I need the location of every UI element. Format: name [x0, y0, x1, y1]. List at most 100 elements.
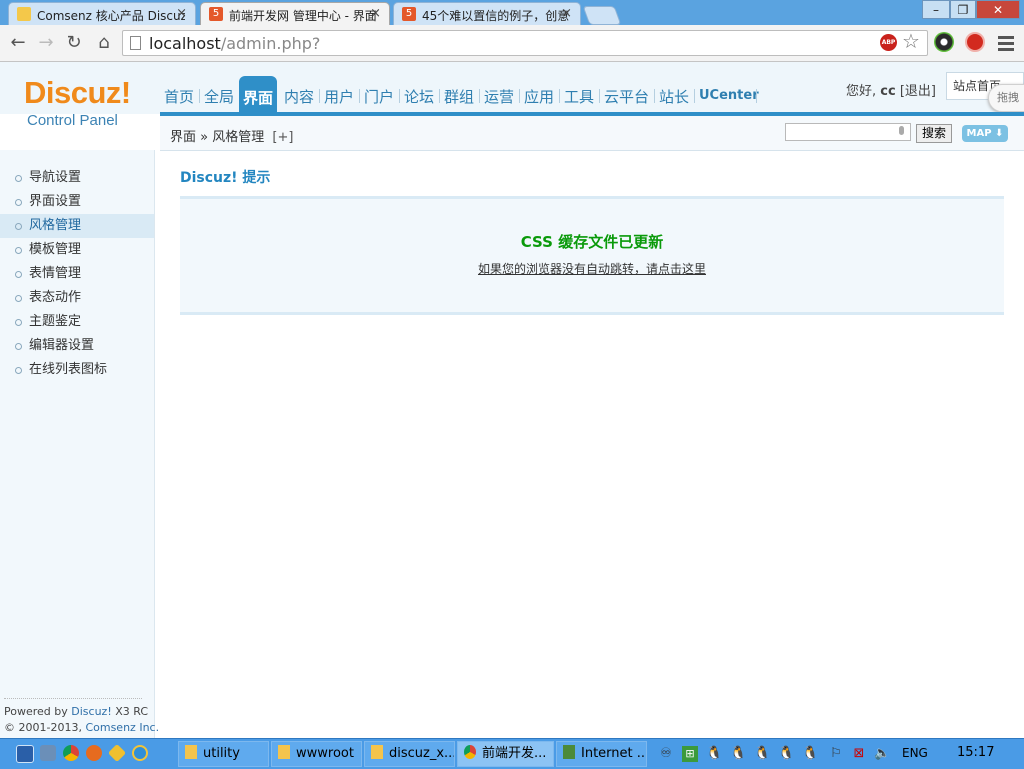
show-desktop-icon[interactable]	[16, 745, 34, 763]
color-picker-extension-icon[interactable]	[934, 32, 954, 52]
nav-item-portal[interactable]: 门户	[364, 86, 394, 107]
volume-icon[interactable]: 🔈	[874, 746, 890, 762]
tab-close-icon[interactable]: ×	[561, 6, 572, 21]
tool-icon[interactable]	[107, 743, 127, 763]
drag-tooltip[interactable]: 拖拽	[988, 84, 1024, 112]
ie-network-icon	[563, 745, 575, 759]
admin-header: Discuz! Control Panel 首页 全局 界面 内容 用户 门户 …	[0, 62, 1024, 129]
logo-brand: Discuz!	[24, 75, 131, 110]
taskbar-button-internet[interactable]: Internet ...	[556, 741, 647, 767]
reload-icon[interactable]: ↻	[62, 31, 86, 55]
green-tray-icon[interactable]: ⊞	[682, 746, 698, 762]
nav-item-cloud[interactable]: 云平台	[604, 86, 649, 107]
windows-taskbar: utility wwwroot discuz_x... 前端开发... Inte…	[0, 738, 1024, 769]
sidebar-item-click-actions[interactable]: 表态动作	[0, 286, 154, 310]
qq-icon[interactable]: 🐧	[706, 746, 722, 762]
add-shortcut-link[interactable]: [+]	[272, 130, 293, 145]
sidebar-item-nav-settings[interactable]: 导航设置	[0, 166, 154, 190]
flag-tray-icon[interactable]: ⚐	[828, 746, 844, 762]
qq-icon[interactable]: 🐧	[754, 746, 770, 762]
sidebar-item-emoticon-manage[interactable]: 表情管理	[0, 262, 154, 286]
adblock-icon[interactable]: ABP	[880, 34, 897, 51]
bookmark-star-icon[interactable]: ☆	[902, 29, 920, 53]
stop-extension-icon[interactable]	[965, 32, 985, 52]
search-button[interactable]: 搜索	[916, 124, 952, 143]
qq-icon[interactable]: 🐧	[730, 746, 746, 762]
security-tray-icon[interactable]: 🐧	[802, 746, 818, 762]
network-error-icon[interactable]: ⊠	[851, 746, 867, 762]
folder-icon	[185, 745, 197, 759]
admin-search-input[interactable]	[785, 123, 911, 141]
chrome-icon	[464, 745, 476, 759]
language-indicator[interactable]: ENG	[902, 746, 928, 760]
nav-item-ucenter[interactable]: UCenter	[699, 88, 759, 103]
browser-toolbar: ← → ↻ ⌂ localhost/admin.php? ABP ☆	[0, 25, 1024, 62]
folder-icon	[371, 745, 383, 759]
folder-icon	[278, 745, 290, 759]
microphone-icon[interactable]	[899, 126, 904, 135]
sidebar-item-style-manage[interactable]: 风格管理	[0, 214, 154, 238]
nav-item-operations[interactable]: 运营	[484, 86, 514, 107]
tab-close-icon[interactable]: ×	[370, 6, 381, 21]
forward-arrow-icon[interactable]: →	[34, 31, 58, 55]
breadcrumb-separator: »	[200, 130, 209, 145]
nav-item-home[interactable]: 首页	[164, 86, 194, 107]
clock[interactable]: 15:17	[957, 745, 994, 760]
network-tray-icon[interactable]: ♾	[658, 746, 674, 762]
nav-item-forum[interactable]: 论坛	[404, 86, 434, 107]
browser-menu-icon[interactable]	[998, 36, 1014, 54]
taskbar-button-discuz[interactable]: discuz_x...	[364, 741, 455, 767]
browser-tab-comsenz[interactable]: Comsenz 核心产品 Discuz ×	[8, 2, 196, 25]
qq-icon[interactable]: 🐧	[778, 746, 794, 762]
main-content: Discuz! 提示 CSS 缓存文件已更新 如果您的浏览器没有自动跳转，请点击…	[180, 168, 1004, 315]
sidebar-item-interface-settings[interactable]: 界面设置	[0, 190, 154, 214]
window-close-button[interactable]: ✕	[976, 0, 1020, 19]
browser-tab-admin[interactable]: 5 前端开发网 管理中心 - 界面 ×	[200, 2, 390, 25]
left-sidebar: 导航设置 界面设置 风格管理 模板管理 表情管理 表态动作 主题鉴定 编辑器设置…	[0, 150, 155, 738]
address-bar[interactable]: localhost/admin.php?	[122, 30, 928, 56]
tab-close-icon[interactable]: ×	[176, 6, 187, 21]
nav-item-users[interactable]: 用户	[324, 86, 354, 107]
sidebar-item-online-icons[interactable]: 在线列表图标	[0, 358, 154, 382]
nav-item-content[interactable]: 内容	[284, 86, 314, 107]
nav-item-groups[interactable]: 群组	[444, 86, 474, 107]
nav-item-webmaster[interactable]: 站长	[659, 86, 689, 107]
nav-item-apps[interactable]: 应用	[524, 86, 554, 107]
tab-title: 前端开发网 管理中心 - 界面	[229, 9, 377, 23]
taskbar-button-utility[interactable]: utility	[178, 741, 269, 767]
taskbar-button-chrome[interactable]: 前端开发...	[457, 741, 554, 767]
comsenz-favicon	[17, 7, 31, 21]
browser-tab-examples[interactable]: 5 45个难以置信的例子，创意 ×	[393, 2, 581, 25]
sidebar-item-template-manage[interactable]: 模板管理	[0, 238, 154, 262]
tab-title: Comsenz 核心产品 Discuz	[37, 9, 185, 23]
map-button[interactable]: MAP ⬇	[962, 125, 1008, 142]
nav-item-interface[interactable]: 界面	[239, 76, 278, 112]
taskbar-button-wwwroot[interactable]: wwwroot	[271, 741, 362, 767]
new-tab-button[interactable]	[582, 6, 622, 25]
logo-subtitle: Control Panel	[27, 112, 118, 129]
maximize-button[interactable]: ❐	[950, 0, 976, 19]
sub-bar: 界面 » 风格管理 [+] 搜索 MAP ⬇	[160, 116, 1024, 151]
powered-by: Powered by Discuz! X3 RC © 2001-2013, Co…	[4, 698, 159, 736]
firefox-icon[interactable]	[86, 745, 102, 761]
nav-item-global[interactable]: 全局	[204, 86, 234, 107]
page-title: Discuz! 提示	[180, 170, 271, 186]
url-text[interactable]: localhost/admin.php?	[149, 34, 320, 53]
minimize-button[interactable]: –	[922, 0, 950, 19]
ie-icon[interactable]	[132, 745, 148, 761]
username: cc	[880, 84, 896, 99]
computer-icon[interactable]	[40, 745, 56, 761]
nav-item-tools[interactable]: 工具	[564, 86, 594, 107]
browser-tab-strip: Comsenz 核心产品 Discuz × 5 前端开发网 管理中心 - 界面 …	[0, 0, 1024, 25]
discuz-link[interactable]: Discuz!	[71, 705, 111, 718]
sidebar-item-editor-settings[interactable]: 编辑器设置	[0, 334, 154, 358]
comsenz-link[interactable]: Comsenz Inc.	[85, 721, 159, 734]
discuz-logo[interactable]: Discuz! Control Panel	[24, 75, 131, 129]
back-arrow-icon[interactable]: ←	[6, 31, 30, 55]
chrome-icon[interactable]	[63, 745, 79, 761]
sidebar-item-thread-stamp[interactable]: 主题鉴定	[0, 310, 154, 334]
breadcrumb-section[interactable]: 界面	[170, 130, 196, 145]
redirect-link[interactable]: 如果您的浏览器没有自动跳转，请点击这里	[478, 260, 706, 277]
home-icon[interactable]: ⌂	[92, 31, 116, 55]
logout-link[interactable]: [退出]	[900, 84, 936, 99]
